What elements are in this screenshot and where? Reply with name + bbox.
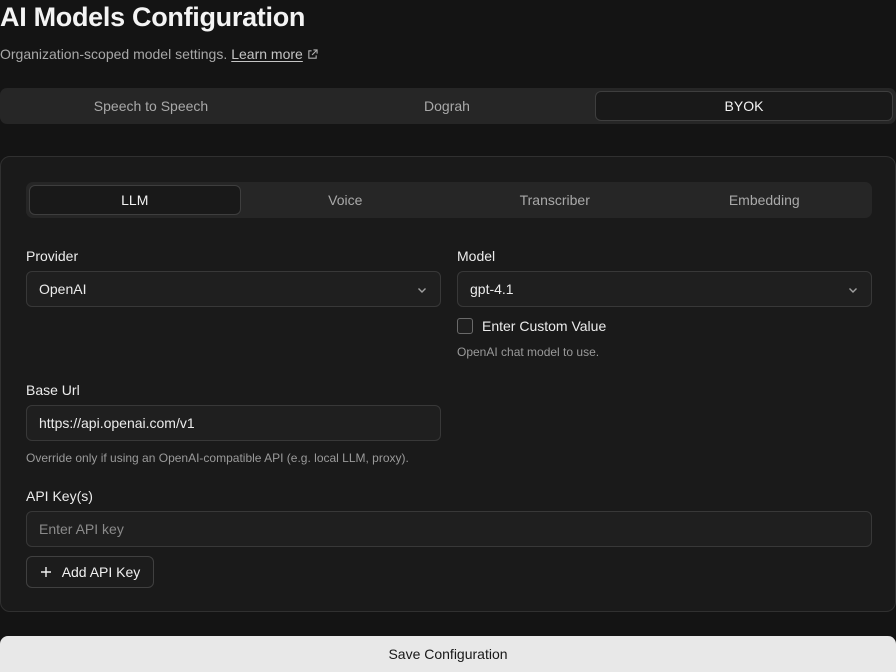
- save-configuration-button[interactable]: Save Configuration: [0, 636, 896, 672]
- custom-value-checkbox[interactable]: [457, 318, 473, 334]
- chevron-down-icon: [418, 288, 426, 293]
- add-api-key-label: Add API Key: [61, 564, 141, 580]
- page-subtitle: Organization-scoped model settings. Lear…: [0, 46, 318, 62]
- api-key-input[interactable]: [39, 521, 859, 537]
- custom-value-row: Enter Custom Value: [457, 318, 606, 334]
- base-url-help-text: Override only if using an OpenAI-compati…: [26, 451, 409, 465]
- plus-icon: [40, 567, 51, 577]
- learn-more-link[interactable]: Learn more: [231, 46, 303, 62]
- base-url-label: Base Url: [26, 382, 80, 398]
- page-title: AI Models Configuration: [0, 2, 306, 32]
- tab-embedding[interactable]: Embedding: [660, 185, 870, 215]
- model-help-text: OpenAI chat model to use.: [457, 345, 600, 359]
- tab-byok[interactable]: BYOK: [595, 91, 893, 121]
- mode-tabs: Speech to Speech Dograh BYOK: [0, 88, 896, 124]
- tab-llm[interactable]: LLM: [29, 185, 241, 215]
- api-keys-label: API Key(s): [26, 488, 93, 504]
- model-value: gpt-4.1: [470, 281, 514, 297]
- base-url-value: https://api.openai.com/v1: [39, 415, 195, 431]
- tab-voice[interactable]: Voice: [241, 185, 451, 215]
- model-label: Model: [457, 248, 496, 264]
- api-key-field[interactable]: [26, 511, 872, 547]
- tab-transcriber[interactable]: Transcriber: [450, 185, 660, 215]
- tab-dograh[interactable]: Dograh: [299, 91, 595, 121]
- model-select[interactable]: gpt-4.1: [457, 271, 872, 307]
- tab-speech-to-speech[interactable]: Speech to Speech: [3, 91, 299, 121]
- external-link-icon[interactable]: [307, 48, 318, 60]
- provider-label: Provider: [26, 248, 79, 264]
- chevron-down-icon: [849, 288, 857, 293]
- base-url-field[interactable]: https://api.openai.com/v1: [26, 405, 441, 441]
- provider-select[interactable]: OpenAI: [26, 271, 441, 307]
- custom-value-label: Enter Custom Value: [482, 318, 607, 334]
- provider-value: OpenAI: [39, 281, 87, 297]
- subtitle-text: Organization-scoped model settings.: [0, 46, 228, 62]
- add-api-key-button[interactable]: Add API Key: [26, 556, 154, 588]
- model-type-tabs: LLM Voice Transcriber Embedding: [26, 182, 872, 218]
- config-card: LLM Voice Transcriber Embedding Provider…: [0, 156, 896, 612]
